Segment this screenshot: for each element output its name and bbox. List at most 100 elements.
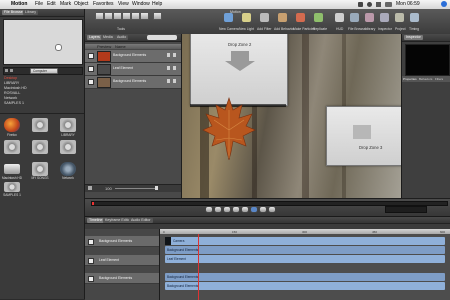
file-browser-icon[interactable] (350, 13, 359, 22)
layer-options-icon[interactable] (173, 53, 176, 57)
source-item[interactable]: LIBRARY (4, 81, 19, 85)
source-item[interactable]: Desktop (4, 76, 17, 80)
timeline-bar[interactable]: Camera (165, 237, 445, 245)
menu-edit[interactable]: Edit (47, 1, 56, 7)
layer-enable-checkbox[interactable] (88, 53, 94, 59)
layer-row[interactable]: Leaf Element (85, 63, 181, 76)
menu-mark[interactable]: Mark (60, 1, 71, 7)
slider-handle[interactable] (155, 186, 158, 190)
layer-name[interactable]: Leaf Element (113, 66, 133, 70)
select-tool-button[interactable] (95, 12, 104, 20)
thumbnail-size-slider[interactable] (115, 188, 155, 189)
layer-row[interactable]: Background Elements (85, 50, 181, 63)
menu-favorites[interactable]: Favorites (93, 1, 114, 7)
globe-icon[interactable] (60, 162, 76, 176)
menubar-clock[interactable]: Mon 06:59 (396, 1, 420, 7)
spotlight-icon[interactable] (441, 1, 447, 7)
tab-timeline[interactable]: Timeline (87, 218, 105, 223)
speaker-icon[interactable] (60, 140, 76, 154)
volume-icon[interactable] (376, 2, 381, 7)
new-light-icon[interactable] (242, 13, 251, 22)
timing-icon[interactable] (410, 13, 419, 22)
shape-tool-button[interactable] (131, 12, 140, 20)
layer-name[interactable]: Background Elements (113, 79, 146, 83)
go-to-end-button[interactable] (259, 206, 267, 213)
zoom-tool-button[interactable] (122, 12, 131, 20)
timeline-playhead[interactable] (198, 229, 199, 300)
speaker-icon[interactable] (32, 162, 48, 176)
track-row[interactable]: Leaf Element (85, 255, 159, 266)
source-item[interactable]: Network (4, 96, 17, 100)
timeline-bar[interactable]: Background Elements (165, 282, 445, 290)
column-name[interactable]: Name (115, 44, 126, 49)
tab-properties[interactable]: Properties (403, 77, 417, 81)
tab-inspector[interactable]: Inspector (404, 35, 423, 40)
menu-motion[interactable]: Motion (11, 1, 27, 7)
inspector-icon[interactable] (380, 13, 389, 22)
lock-icon[interactable] (167, 66, 170, 70)
menu-file[interactable]: File (35, 1, 43, 7)
track-row[interactable]: Background Elements (85, 236, 159, 247)
add-filter-icon[interactable] (260, 13, 269, 22)
speaker-icon[interactable] (4, 182, 20, 192)
layer-enable-checkbox[interactable] (88, 79, 94, 85)
lock-icon[interactable] (167, 53, 170, 57)
timeline-bar[interactable]: Leaf Element (165, 255, 445, 263)
menu-window[interactable]: Window (132, 1, 150, 7)
replicate-icon[interactable] (314, 13, 323, 22)
status-icon[interactable] (358, 2, 363, 7)
tab-layers[interactable]: Layers (87, 35, 102, 40)
record-button[interactable] (205, 206, 213, 213)
adjust-tool-button[interactable] (104, 12, 113, 20)
loop-button[interactable] (250, 206, 258, 213)
layer-enable-checkbox[interactable] (88, 66, 94, 72)
text-tool-button[interactable] (140, 12, 149, 20)
hud-icon[interactable] (335, 13, 344, 22)
step-forward-button[interactable] (241, 206, 249, 213)
drop-zone-3[interactable]: Drop Zone 3 (326, 106, 401, 166)
timeline-bar[interactable]: Background Elements (165, 246, 445, 254)
play-preview-icon[interactable] (55, 44, 62, 51)
speaker-icon[interactable] (60, 118, 76, 132)
layers-search-field[interactable] (147, 35, 177, 40)
track-enable-checkbox[interactable] (88, 239, 94, 245)
menu-view[interactable]: View (118, 1, 129, 7)
timeline-ruler[interactable]: 0 150 300 450 600 (160, 229, 450, 234)
add-behavior-icon[interactable] (278, 13, 287, 22)
playhead[interactable] (92, 202, 94, 205)
firefox-icon[interactable] (4, 118, 20, 132)
tab-media[interactable]: Media (101, 35, 115, 40)
audio-toggle-button[interactable] (268, 206, 276, 213)
column-preview[interactable]: Preview (97, 44, 111, 49)
timeline-bar[interactable]: Background Elements (165, 273, 445, 281)
new-camera-icon[interactable] (224, 13, 233, 22)
source-item[interactable]: ROSVALL (4, 91, 20, 95)
layer-name[interactable]: Background Elements (113, 53, 146, 57)
path-popup[interactable]: Computer (30, 68, 58, 74)
make-particles-icon[interactable] (296, 13, 305, 22)
menu-help[interactable]: Help (152, 1, 162, 7)
mask-tool-button[interactable] (153, 12, 162, 20)
play-button[interactable] (232, 206, 240, 213)
speaker-icon[interactable] (4, 140, 20, 154)
forward-arrow-icon[interactable] (10, 69, 13, 72)
tab-audio[interactable]: Audio (115, 35, 129, 40)
add-layer-button[interactable] (88, 186, 92, 190)
track-enable-checkbox[interactable] (88, 258, 94, 264)
pan-tool-button[interactable] (113, 12, 122, 20)
tab-behaviors[interactable]: Behaviors (419, 77, 432, 81)
speaker-icon[interactable] (32, 140, 48, 154)
track-enable-checkbox[interactable] (88, 276, 94, 282)
menu-object[interactable]: Object (74, 1, 88, 7)
canvas[interactable]: Drop Zone 2 Drop Zone 3 (182, 34, 401, 198)
tab-filters[interactable]: Filters (435, 77, 443, 81)
maple-leaf-image[interactable] (202, 96, 256, 160)
sync-icon[interactable] (367, 2, 372, 7)
track-row[interactable]: Background Elements (85, 273, 159, 284)
back-arrow-icon[interactable] (5, 69, 8, 72)
layer-options-icon[interactable] (173, 79, 176, 83)
source-item[interactable]: SAMPLES 1 (4, 101, 24, 105)
timeline-tracks-area[interactable]: Camera Background Elements Leaf Element … (160, 229, 450, 300)
speaker-icon[interactable] (32, 118, 48, 132)
layer-row[interactable]: Background Elements (85, 76, 181, 89)
